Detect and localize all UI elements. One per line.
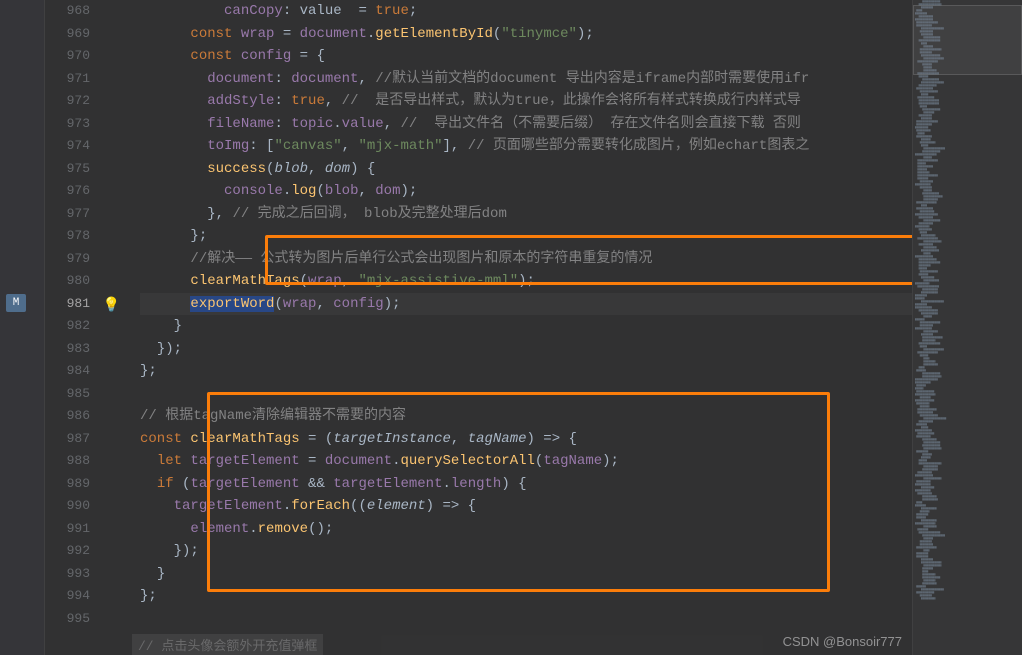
code-line[interactable]: });	[140, 338, 912, 361]
line-number: 993	[45, 563, 105, 586]
code-line[interactable]: document: document, //默认当前文档的document 导出…	[140, 68, 912, 91]
code-line[interactable]: targetElement.forEach((element) => {	[140, 495, 912, 518]
code-line[interactable]	[140, 608, 912, 631]
line-number: 982	[45, 315, 105, 338]
line-number: 978	[45, 225, 105, 248]
line-number: 989	[45, 473, 105, 496]
line-number: 976	[45, 180, 105, 203]
line-number: 984	[45, 360, 105, 383]
code-line[interactable]: clearMathTags(wrap, "mjx-assistive-mml")…	[140, 270, 912, 293]
watermark-label: CSDN @Bonsoir777	[783, 634, 902, 649]
code-line[interactable]: };	[140, 585, 912, 608]
code-content-area[interactable]: canCopy: value = true; const wrap = docu…	[105, 0, 912, 655]
code-line[interactable]: });	[140, 540, 912, 563]
code-line[interactable]: console.log(blob, dom);	[140, 180, 912, 203]
code-line[interactable]: if (targetElement && targetElement.lengt…	[140, 473, 912, 496]
bookmark-marker[interactable]: M	[6, 294, 26, 312]
code-line[interactable]: const config = {	[140, 45, 912, 68]
line-number: 986	[45, 405, 105, 428]
line-number: 988	[45, 450, 105, 473]
line-number: 977	[45, 203, 105, 226]
minimap-code: ███████████████ ███████████████████ ████…	[915, 0, 1020, 600]
line-number: 980	[45, 270, 105, 293]
line-number: 973	[45, 113, 105, 136]
line-number: 991	[45, 518, 105, 541]
line-number: 968	[45, 0, 105, 23]
code-line[interactable]: };	[140, 225, 912, 248]
line-number: 985	[45, 383, 105, 406]
code-line[interactable]: let targetElement = document.querySelect…	[140, 450, 912, 473]
line-number: 994	[45, 585, 105, 608]
line-number: 990	[45, 495, 105, 518]
line-number: 975	[45, 158, 105, 181]
code-line[interactable]: addStyle: true, // 是否导出样式，默认为true，此操作会将所…	[140, 90, 912, 113]
line-number: 969	[45, 23, 105, 46]
line-number: 995	[45, 608, 105, 631]
code-line[interactable]: exportWord(wrap, config);	[140, 293, 912, 316]
code-line[interactable]: canCopy: value = true;	[140, 0, 912, 23]
line-number: 979	[45, 248, 105, 271]
code-line[interactable]	[140, 383, 912, 406]
code-line[interactable]: }	[140, 563, 912, 586]
code-line[interactable]: }	[140, 315, 912, 338]
line-number: 970	[45, 45, 105, 68]
code-line[interactable]: toImg: ["canvas", "mjx-math"], // 页面哪些部分…	[140, 135, 912, 158]
line-number: 987	[45, 428, 105, 451]
code-line[interactable]: fileName: topic.value, // 导出文件名（不需要后缀） 存…	[140, 113, 912, 136]
code-line[interactable]: const wrap = document.getElementById("ti…	[140, 23, 912, 46]
line-number: 992	[45, 540, 105, 563]
line-number: 981💡	[45, 293, 105, 316]
bottom-hint: // 点击头像会额外开充值弹框	[132, 634, 323, 655]
code-line[interactable]: success(blob, dom) {	[140, 158, 912, 181]
line-number-gutter[interactable]: 9689699709719729739749759769779789799809…	[45, 0, 105, 655]
line-number: 983	[45, 338, 105, 361]
code-line[interactable]: element.remove();	[140, 518, 912, 541]
code-line[interactable]: }, // 完成之后回调， blob及完整处理后dom	[140, 203, 912, 226]
minimap[interactable]: ███████████████ ███████████████████ ████…	[912, 0, 1022, 655]
code-line[interactable]: };	[140, 360, 912, 383]
code-line[interactable]: //解决—— 公式转为图片后单行公式会出现图片和原本的字符串重复的情况	[140, 248, 912, 271]
code-editor: M 96896997097197297397497597697797897998…	[0, 0, 1022, 655]
left-gutter-panel: M	[0, 0, 45, 655]
line-number: 974	[45, 135, 105, 158]
line-number: 971	[45, 68, 105, 91]
code-line[interactable]: // 根据tagName清除编辑器不需要的内容	[140, 405, 912, 428]
line-number: 972	[45, 90, 105, 113]
code-line[interactable]: const clearMathTags = (targetInstance, t…	[140, 428, 912, 451]
